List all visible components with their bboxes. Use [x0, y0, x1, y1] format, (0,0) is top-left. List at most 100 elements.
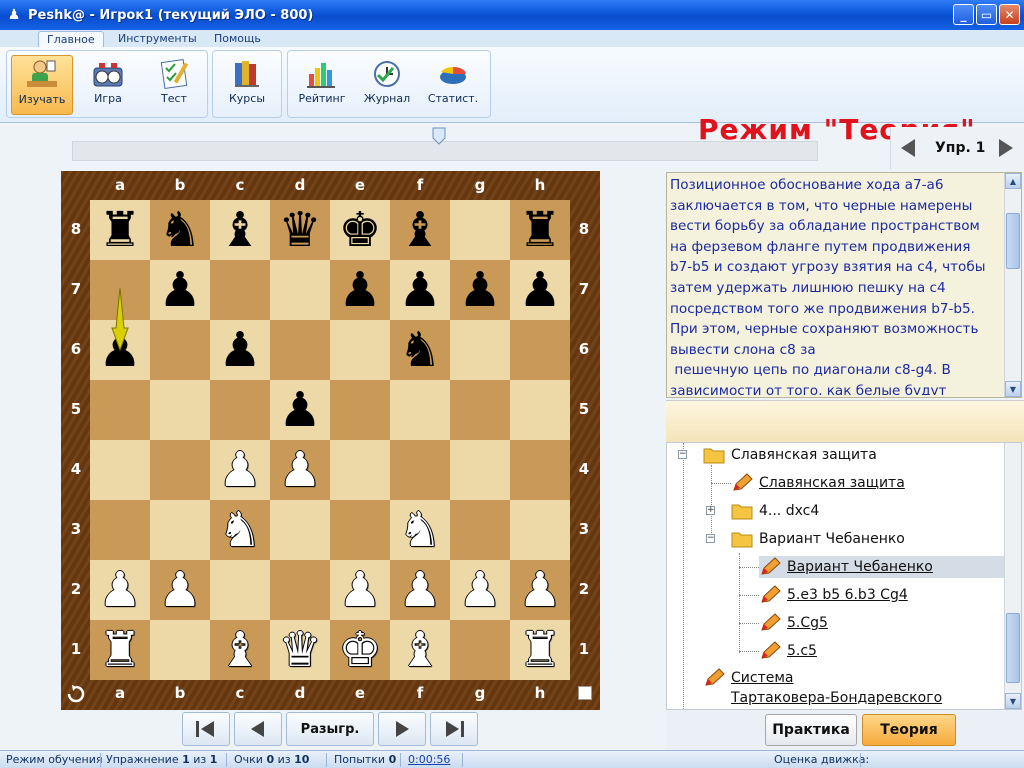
tree-expand-toggle[interactable]: + [706, 506, 715, 515]
square-h2[interactable]: ♟ [510, 560, 570, 620]
square-b5[interactable] [150, 380, 210, 440]
square-f2[interactable]: ♟ [390, 560, 450, 620]
square-g2[interactable]: ♟ [450, 560, 510, 620]
study-button[interactable]: Изучать [11, 55, 73, 115]
black-piece-h8[interactable]: ♜ [518, 206, 561, 254]
test-button[interactable]: Тест [143, 55, 205, 115]
black-piece-e8[interactable]: ♚ [338, 206, 381, 254]
white-piece-d4[interactable]: ♟ [278, 446, 321, 494]
practice-button[interactable]: Практика [765, 714, 857, 746]
scroll-thumb[interactable] [1006, 613, 1020, 683]
journal-button[interactable]: Журнал [356, 55, 418, 115]
black-piece-h7[interactable]: ♟ [518, 266, 561, 314]
square-d1[interactable]: ♛ [270, 620, 330, 680]
square-e8[interactable]: ♚ [330, 200, 390, 260]
tab-help[interactable]: Помощь [206, 31, 269, 47]
minimize-button[interactable]: _ [953, 4, 974, 25]
white-piece-h1[interactable]: ♜ [518, 626, 561, 674]
tab-main[interactable]: Главное [38, 31, 104, 47]
white-piece-d1[interactable]: ♛ [278, 626, 321, 674]
square-b6[interactable] [150, 320, 210, 380]
square-h5[interactable] [510, 380, 570, 440]
square-d2[interactable] [270, 560, 330, 620]
square-f1[interactable]: ♝ [390, 620, 450, 680]
next-exercise-button[interactable] [995, 137, 1017, 159]
square-f5[interactable] [390, 380, 450, 440]
courses-button[interactable]: Курсы [216, 55, 278, 115]
white-piece-a2[interactable]: ♟ [98, 566, 141, 614]
black-piece-f6[interactable]: ♞ [398, 326, 441, 374]
chess-board[interactable]: ♜♞♝♛♚♝♜♟♟♟♟♟♟♟♞♟♟♟♞♞♟♟♟♟♟♟♜♝♛♚♝♜ [90, 200, 570, 680]
tree-item-chebanenko-lesson[interactable]: Вариант Чебаненко [759, 556, 1005, 578]
tree-collapse-toggle[interactable]: − [678, 450, 687, 459]
tree-item-e3-b5-lesson[interactable]: 5.e3 b5 6.b3 Cg4 [759, 584, 908, 606]
black-piece-b7[interactable]: ♟ [158, 266, 201, 314]
square-a4[interactable] [90, 440, 150, 500]
square-e4[interactable] [330, 440, 390, 500]
square-g6[interactable] [450, 320, 510, 380]
square-g1[interactable] [450, 620, 510, 680]
white-piece-f1[interactable]: ♝ [398, 626, 441, 674]
tree-scrollbar[interactable]: ▼ [1004, 443, 1021, 709]
square-d7[interactable] [270, 260, 330, 320]
theory-button[interactable]: Теория [862, 714, 956, 746]
last-move-button[interactable] [430, 712, 478, 746]
square-e6[interactable] [330, 320, 390, 380]
commentary-scrollbar[interactable]: ▲ ▼ [1004, 173, 1021, 397]
square-d6[interactable] [270, 320, 330, 380]
square-c4[interactable]: ♟ [210, 440, 270, 500]
square-b4[interactable] [150, 440, 210, 500]
square-f4[interactable] [390, 440, 450, 500]
rotate-icon[interactable] [66, 684, 86, 704]
square-a8[interactable]: ♜ [90, 200, 150, 260]
square-f6[interactable]: ♞ [390, 320, 450, 380]
white-piece-b2[interactable]: ♟ [158, 566, 201, 614]
square-c1[interactable]: ♝ [210, 620, 270, 680]
tree-item-c5-lesson[interactable]: 5.c5 [759, 640, 817, 662]
black-piece-c6[interactable]: ♟ [218, 326, 261, 374]
square-c3[interactable]: ♞ [210, 500, 270, 560]
close-button[interactable]: ✕ [999, 4, 1020, 25]
scroll-up-icon[interactable]: ▲ [1005, 173, 1021, 189]
tree-item-slav-defense-lesson[interactable]: Славянская защита [731, 472, 905, 494]
square-b7[interactable]: ♟ [150, 260, 210, 320]
scroll-down-icon[interactable]: ▼ [1005, 693, 1021, 709]
white-piece-e1[interactable]: ♚ [338, 626, 381, 674]
square-b2[interactable]: ♟ [150, 560, 210, 620]
square-e1[interactable]: ♚ [330, 620, 390, 680]
rating-button[interactable]: Рейтинг [291, 55, 353, 115]
prev-move-button[interactable] [234, 712, 282, 746]
square-b3[interactable] [150, 500, 210, 560]
white-piece-c3[interactable]: ♞ [218, 506, 261, 554]
square-g5[interactable] [450, 380, 510, 440]
square-c6[interactable]: ♟ [210, 320, 270, 380]
white-piece-c4[interactable]: ♟ [218, 446, 261, 494]
square-h4[interactable] [510, 440, 570, 500]
white-piece-f2[interactable]: ♟ [398, 566, 441, 614]
black-piece-e7[interactable]: ♟ [338, 266, 381, 314]
first-move-button[interactable] [182, 712, 230, 746]
black-piece-g7[interactable]: ♟ [458, 266, 501, 314]
black-piece-d5[interactable]: ♟ [278, 386, 321, 434]
tab-tools[interactable]: Инструменты [110, 31, 205, 47]
square-c8[interactable]: ♝ [210, 200, 270, 260]
square-g8[interactable] [450, 200, 510, 260]
game-button[interactable]: Игра [77, 55, 139, 115]
square-a1[interactable]: ♜ [90, 620, 150, 680]
white-piece-c1[interactable]: ♝ [218, 626, 261, 674]
play-out-button[interactable]: Разыгр. [286, 712, 374, 746]
square-c5[interactable] [210, 380, 270, 440]
square-a2[interactable]: ♟ [90, 560, 150, 620]
square-g3[interactable] [450, 500, 510, 560]
tree-collapse-toggle[interactable]: − [706, 534, 715, 543]
square-e2[interactable]: ♟ [330, 560, 390, 620]
next-move-button[interactable] [378, 712, 426, 746]
black-piece-f7[interactable]: ♟ [398, 266, 441, 314]
black-piece-d8[interactable]: ♛ [278, 206, 321, 254]
square-d5[interactable]: ♟ [270, 380, 330, 440]
square-e5[interactable] [330, 380, 390, 440]
tree-item-dxc4-folder[interactable]: 4... dxc4 [731, 500, 819, 522]
black-piece-a8[interactable]: ♜ [98, 206, 141, 254]
white-piece-g2[interactable]: ♟ [458, 566, 501, 614]
tree-item-tartakower-lesson[interactable]: Система Тартаковера-Бондаревского [703, 668, 942, 708]
